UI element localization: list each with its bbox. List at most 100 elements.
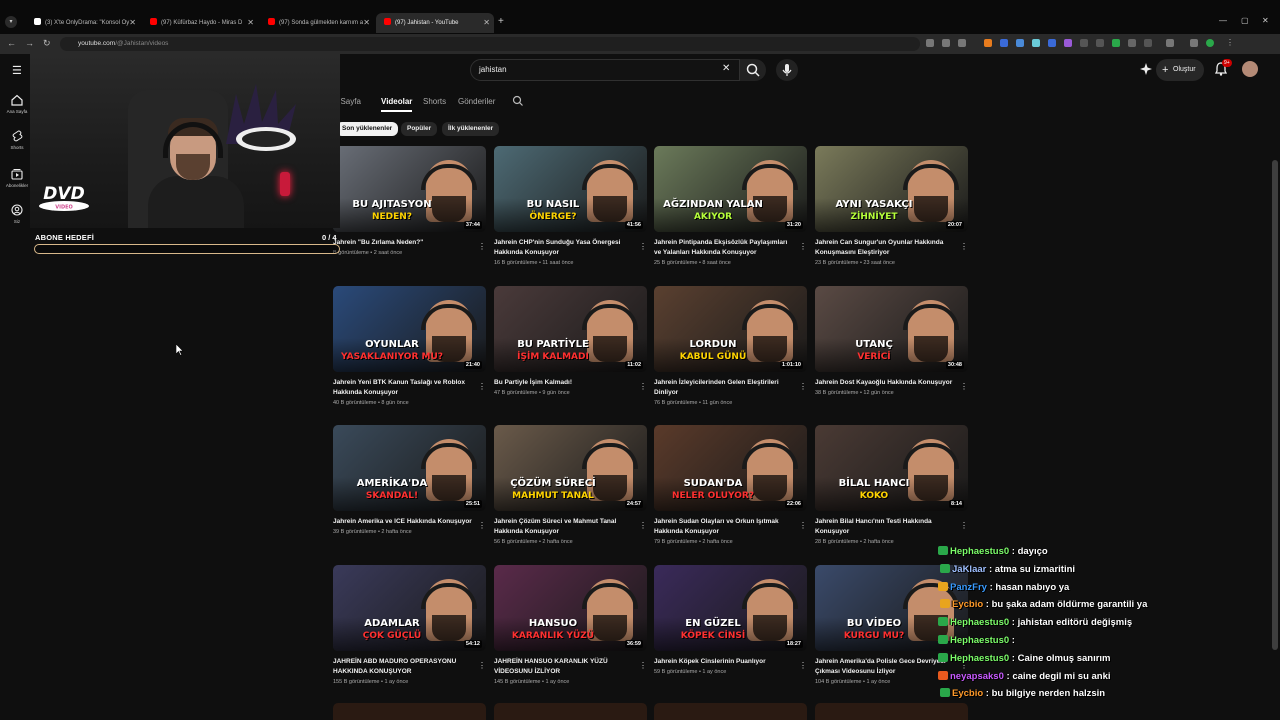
video-title[interactable]: Jahrein Can Sungur'un Oyunlar Hakkında K… bbox=[815, 238, 955, 258]
video-thumbnail[interactable]: AMERİKA'DA SKANDAL! 25:51 bbox=[333, 425, 486, 511]
extension-icon[interactable] bbox=[1144, 39, 1152, 47]
extension-icon[interactable] bbox=[1112, 39, 1120, 47]
tab-videos[interactable]: Videolar bbox=[381, 97, 412, 106]
avatar[interactable] bbox=[1242, 61, 1258, 77]
maximize-icon[interactable]: ▢ bbox=[1241, 16, 1249, 25]
more-options-icon[interactable]: ⋮ bbox=[960, 521, 968, 530]
more-options-icon[interactable]: ⋮ bbox=[960, 382, 968, 391]
video-thumbnail[interactable]: OYUNLAR YASAKLANIYOR MU? 21:40 bbox=[333, 286, 486, 372]
extension-icon[interactable] bbox=[1080, 39, 1088, 47]
forward-icon[interactable]: → bbox=[25, 38, 34, 48]
video-card[interactable]: HANSUO KARANLIK YÜZÜ 36:59 JAHREİN HANSUO K… bbox=[494, 565, 647, 685]
browser-tab-1[interactable]: (3) X'te OnlyDrama: "Konsol Oy ✕ bbox=[26, 13, 140, 33]
more-options-icon[interactable]: ⋮ bbox=[639, 661, 647, 670]
video-card[interactable]: BU AJITASYON NEDEN? 37:44 Jahrein "Bu Zırla… bbox=[333, 146, 486, 256]
clear-search-icon[interactable]: ✕ bbox=[722, 63, 730, 74]
browser-tab-4[interactable]: (97) Jahistan - YouTube ✕ bbox=[376, 13, 494, 33]
guide-item-home[interactable]: Ana Sayfa bbox=[0, 94, 34, 114]
browser-tab-3[interactable]: (97) Sonda gülmekten karnım a ✕ bbox=[260, 13, 374, 33]
voice-search-button[interactable] bbox=[776, 59, 798, 81]
close-icon[interactable]: ✕ bbox=[363, 13, 370, 33]
extension-icon[interactable] bbox=[984, 39, 992, 47]
video-card[interactable]: AYNI YASAKÇI ZİHNİYET 20:07 Jahrein Can Sun… bbox=[815, 146, 968, 266]
video-thumbnail[interactable]: LORDUN KABUL GÜNÜ 1:01:10 bbox=[654, 286, 807, 372]
video-title[interactable]: Jahrein Amerika'da Polisle Gece Devriyes… bbox=[815, 657, 955, 677]
video-title[interactable]: Jahrein Amerika ve ICE Hakkında Konuşuyo… bbox=[333, 517, 473, 527]
video-thumbnail[interactable]: SUDAN'DA NELER OLUYOR? 22:06 bbox=[654, 425, 807, 511]
video-title[interactable]: Bu Partiyle İşim Kalmadı! bbox=[494, 378, 634, 388]
url-field[interactable]: youtube.com/@Jahistan/videos bbox=[60, 37, 920, 51]
video-thumbnail[interactable]: HANSUO KARANLIK YÜZÜ 36:59 bbox=[494, 565, 647, 651]
video-thumbnail[interactable]: ÇÖZÜM SÜRECİ MAHMUT TANAL 24:57 bbox=[494, 425, 647, 511]
video-title[interactable]: Jahrein Yeni BTK Kanun Taslağı ve Roblox… bbox=[333, 378, 473, 398]
video-card[interactable]: BU NASIL ÖNERGE? 41:56 Jahrein CHP'nin Sund… bbox=[494, 146, 647, 266]
video-thumbnail[interactable] bbox=[654, 703, 807, 720]
more-options-icon[interactable]: ⋮ bbox=[799, 242, 807, 251]
more-options-icon[interactable]: ⋮ bbox=[639, 242, 647, 251]
scrollbar[interactable] bbox=[1272, 160, 1278, 650]
extension-icon[interactable] bbox=[1032, 39, 1040, 47]
video-title[interactable]: Jahrein Pintipanda Ekşisözlük Paylaşımla… bbox=[654, 238, 794, 258]
video-thumbnail[interactable]: BU PARTİYLE İŞİM KALMADI 11:02 bbox=[494, 286, 647, 372]
video-thumbnail[interactable]: BU NASIL ÖNERGE? 41:56 bbox=[494, 146, 647, 232]
reload-icon[interactable]: ↻ bbox=[43, 38, 51, 49]
video-title[interactable]: Jahrein Dost Kayaoğlu Hakkında Konuşuyor bbox=[815, 378, 955, 388]
browser-tab-2[interactable]: (97) Küfürbaz Haydo - Miras D ✕ bbox=[142, 13, 258, 33]
more-options-icon[interactable]: ⋮ bbox=[799, 382, 807, 391]
more-options-icon[interactable]: ⋮ bbox=[799, 661, 807, 670]
close-icon[interactable]: ✕ bbox=[483, 13, 490, 33]
video-thumbnail[interactable]: ADAMLAR ÇOK GÜÇLÜ 54:12 bbox=[333, 565, 486, 651]
extension-icon[interactable] bbox=[1128, 39, 1136, 47]
extension-icon[interactable] bbox=[1000, 39, 1008, 47]
video-card[interactable]: LORDUN KABUL GÜNÜ 1:01:10 Jahrein İzleyicil… bbox=[654, 286, 807, 406]
search-input[interactable]: jahistan bbox=[470, 59, 740, 81]
guide-item-shorts[interactable]: Shorts bbox=[0, 130, 34, 150]
extension-icon[interactable] bbox=[1016, 39, 1024, 47]
video-title[interactable]: Jahrein Köpek Cinslerinin Puanlıyor bbox=[654, 657, 794, 667]
video-title[interactable]: Jahrein Sudan Olayları ve Orkun Işıtmak … bbox=[654, 517, 794, 537]
more-options-icon[interactable]: ⋮ bbox=[478, 382, 486, 391]
guide-item-subscriptions[interactable]: Abonelikler bbox=[0, 168, 34, 188]
video-thumbnail[interactable]: EN GÜZEL KÖPEK CİNSİ 18:27 bbox=[654, 565, 807, 651]
more-options-icon[interactable]: ⋮ bbox=[478, 661, 486, 670]
profile-icon[interactable] bbox=[1206, 39, 1214, 47]
video-title[interactable]: JAHREİN HANSUO KARANLIK YÜZÜ VİDEOSUNU İ… bbox=[494, 657, 634, 677]
ai-sparkle-icon[interactable] bbox=[1139, 62, 1153, 76]
create-button[interactable]: + Oluştur bbox=[1156, 59, 1204, 81]
menu-kebab-icon[interactable]: ⋮ bbox=[1226, 39, 1234, 47]
more-options-icon[interactable]: ⋮ bbox=[478, 242, 486, 251]
extensions-puzzle-icon[interactable] bbox=[1166, 39, 1174, 47]
video-card[interactable]: EN GÜZEL KÖPEK CİNSİ 18:27 Jahrein Köpek Ci… bbox=[654, 565, 807, 675]
tab-search-button[interactable]: ▾ bbox=[5, 16, 17, 28]
star-icon[interactable] bbox=[958, 39, 966, 47]
video-card[interactable]: OYUNLAR YASAKLANIYOR MU? 21:40 Jahrein Yeni… bbox=[333, 286, 486, 406]
more-options-icon[interactable]: ⋮ bbox=[960, 242, 968, 251]
back-icon[interactable]: ← bbox=[7, 38, 16, 48]
video-title[interactable]: Jahrein Çözüm Süreci ve Mahmut Tanal Hak… bbox=[494, 517, 634, 537]
new-tab-icon[interactable]: + bbox=[498, 16, 504, 27]
chip-popular[interactable]: Popüler bbox=[401, 122, 438, 136]
video-title[interactable]: JAHREİN ABD MADURO OPERASYONU HAKKINDA K… bbox=[333, 657, 473, 677]
tab-shorts[interactable]: Shorts bbox=[423, 97, 446, 106]
video-thumbnail[interactable]: UTANÇ VERİCİ 30:48 bbox=[815, 286, 968, 372]
more-options-icon[interactable]: ⋮ bbox=[799, 521, 807, 530]
chip-oldest[interactable]: İlk yüklenenler bbox=[442, 122, 500, 136]
video-thumbnail[interactable]: AĞZINDAN YALAN AKIYOR 31:20 bbox=[654, 146, 807, 232]
video-card[interactable]: SUDAN'DA NELER OLUYOR? 22:06 Jahrein Sudan … bbox=[654, 425, 807, 545]
close-window-icon[interactable]: ✕ bbox=[1262, 16, 1269, 25]
video-card[interactable]: ÇÖZÜM SÜRECİ MAHMUT TANAL 24:57 Jahrein Çöz… bbox=[494, 425, 647, 545]
close-icon[interactable]: ✕ bbox=[129, 13, 136, 33]
more-options-icon[interactable]: ⋮ bbox=[478, 521, 486, 530]
extension-icon[interactable] bbox=[1048, 39, 1056, 47]
video-title[interactable]: Jahrein Bilal Hancı'nın Testi Hakkında K… bbox=[815, 517, 955, 537]
extension-icon[interactable] bbox=[1064, 39, 1072, 47]
video-card[interactable]: AMERİKA'DA SKANDAL! 25:51 Jahrein Amerika v… bbox=[333, 425, 486, 535]
reading-list-icon[interactable] bbox=[1190, 39, 1198, 47]
video-title[interactable]: Jahrein CHP'nin Sunduğu Yasa Önergesi Ha… bbox=[494, 238, 634, 258]
minimize-icon[interactable]: — bbox=[1219, 16, 1227, 25]
more-options-icon[interactable]: ⋮ bbox=[639, 382, 647, 391]
eye-off-icon[interactable] bbox=[942, 39, 950, 47]
video-thumbnail[interactable]: AYNI YASAKÇI ZİHNİYET 20:07 bbox=[815, 146, 968, 232]
close-icon[interactable]: ✕ bbox=[247, 13, 254, 33]
extension-icon[interactable] bbox=[1096, 39, 1104, 47]
